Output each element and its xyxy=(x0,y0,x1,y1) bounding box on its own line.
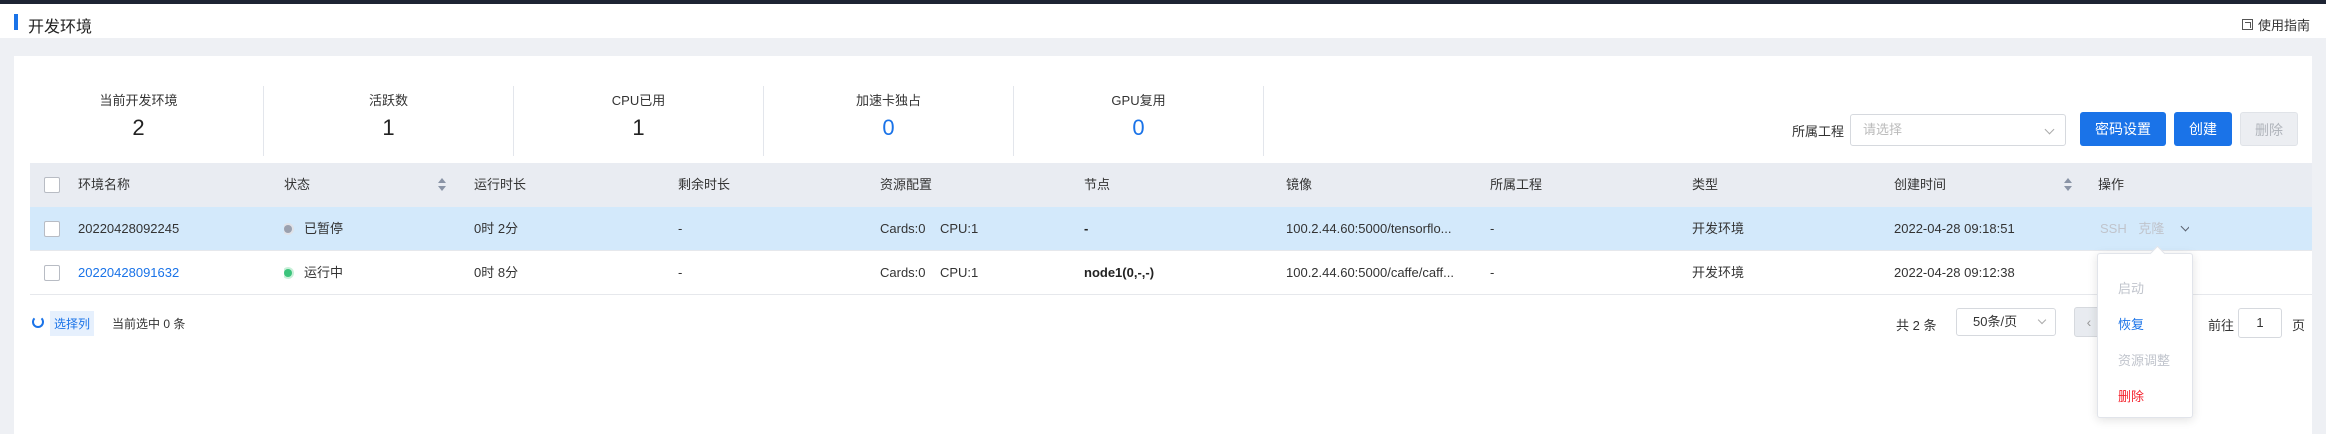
env-resources: Cards:0 CPU:1 xyxy=(880,265,979,280)
chevron-down-icon xyxy=(2044,124,2055,135)
project-filter: 所属工程 请选择 xyxy=(1792,114,2067,146)
env-project: - xyxy=(1490,221,1495,236)
stat-label: 加速卡独占 xyxy=(855,93,921,108)
menu-item-start[interactable]: 启动 xyxy=(2118,278,2144,297)
row-checkbox[interactable] xyxy=(44,265,60,281)
select-columns-button[interactable]: 选择列 xyxy=(50,311,95,336)
stat-label: GPU复用 xyxy=(1111,93,1166,108)
env-project: - xyxy=(1490,265,1495,280)
ssh-action[interactable]: SSH xyxy=(2100,221,2127,236)
stats-bar: 当前开发环境 2 活跃数 1 CPU已用 1 加速卡独占 0 GPU复用 0 xyxy=(14,86,1264,156)
external-link-icon xyxy=(2241,19,2253,30)
env-type: 开发环境 xyxy=(1692,265,1745,280)
env-actions: SSH 克隆 xyxy=(2100,207,2189,251)
selected-count: 当前选中 0 条 xyxy=(112,317,186,331)
col-status: 状态 xyxy=(284,177,311,192)
env-resources: Cards:0 CPU:1 xyxy=(880,221,979,236)
project-filter-label: 所属工程 xyxy=(1792,123,1845,139)
stat-label: 活跃数 xyxy=(368,93,408,108)
refresh-icon[interactable] xyxy=(32,316,44,328)
env-status: 运行中 xyxy=(284,251,343,295)
stat-active: 活跃数 1 xyxy=(264,86,514,156)
env-node: node1(0,-,-) xyxy=(1084,265,1155,280)
status-dot-icon xyxy=(284,224,292,233)
sort-icon[interactable] xyxy=(2064,178,2072,192)
env-runtime: 0时 2分 xyxy=(474,221,519,236)
create-button[interactable]: 创建 xyxy=(2174,112,2232,146)
project-select[interactable]: 请选择 xyxy=(1850,114,2067,146)
table-header: 环境名称 状态 运行时长 剩余时长 资源配置 节点 镜像 所属工程 类型 创建时… xyxy=(30,163,2312,207)
col-resources: 资源配置 xyxy=(880,177,933,192)
env-runtime: 0时 8分 xyxy=(474,265,519,280)
row-checkbox[interactable] xyxy=(44,221,60,237)
stat-accel-exclusive: 加速卡独占 0 xyxy=(764,86,1014,156)
stat-value[interactable]: 0 xyxy=(764,115,1013,141)
menu-item-delete[interactable]: 删除 xyxy=(2118,386,2144,405)
stat-label: 当前开发环境 xyxy=(99,93,178,108)
env-created: 2022-04-28 09:12:38 xyxy=(1894,265,2015,280)
stat-value[interactable]: 0 xyxy=(1014,115,1263,141)
col-image: 镜像 xyxy=(1286,177,1313,192)
stat-label: CPU已用 xyxy=(611,93,666,108)
page-size-value: 50条/页 xyxy=(1973,314,2018,329)
col-node: 节点 xyxy=(1084,177,1111,192)
env-table: 环境名称 状态 运行时长 剩余时长 资源配置 节点 镜像 所属工程 类型 创建时… xyxy=(30,163,2312,295)
col-name: 环境名称 xyxy=(78,177,131,192)
status-dot-icon xyxy=(284,268,292,277)
env-image: 100.2.44.60:5000/caffe/caff... xyxy=(1286,265,1454,280)
table-row[interactable]: 20220428092245 已暂停 0时 2分 - Cards:0 CPU:1… xyxy=(30,207,2312,251)
select-all-checkbox[interactable] xyxy=(44,177,60,193)
col-created: 创建时间 xyxy=(1894,177,1947,192)
project-select-placeholder: 请选择 xyxy=(1863,122,1903,137)
sort-icon[interactable] xyxy=(438,178,446,192)
stat-value: 1 xyxy=(382,115,395,140)
env-created: 2022-04-28 09:18:51 xyxy=(1894,221,2015,236)
main-card: 当前开发环境 2 活跃数 1 CPU已用 1 加速卡独占 0 GPU复用 0 所… xyxy=(14,56,2312,434)
env-remaining: - xyxy=(678,221,683,236)
stat-value: 1 xyxy=(632,115,645,140)
col-type: 类型 xyxy=(1692,177,1719,192)
table-footer: 选择列 当前选中 0 条 共 2 条 50条/页 ‹ 前往 1 页 xyxy=(30,306,2312,340)
col-actions: 操作 xyxy=(2098,177,2125,192)
goto-label: 前往 xyxy=(2208,318,2235,333)
page-header: 开发环境 使用指南 xyxy=(0,4,2326,38)
env-remaining: - xyxy=(678,265,683,280)
table-row[interactable]: 20220428091632 运行中 0时 8分 - Cards:0 CPU:1… xyxy=(30,251,2312,295)
env-name: 20220428092245 xyxy=(78,221,180,236)
env-name-link[interactable]: 20220428091632 xyxy=(78,251,179,295)
status-text: 运行中 xyxy=(304,265,344,280)
stat-gpu-shared: GPU复用 0 xyxy=(1014,86,1264,156)
page-input[interactable]: 1 xyxy=(2238,308,2282,338)
more-actions-menu: 启动 恢复 资源调整 删除 xyxy=(2097,253,2193,418)
env-status: 已暂停 xyxy=(284,207,343,251)
total-count: 共 2 条 xyxy=(1896,318,1937,333)
page-title: 开发环境 xyxy=(28,19,93,36)
stat-value: 2 xyxy=(132,115,145,140)
user-guide-label: 使用指南 xyxy=(2257,18,2310,33)
status-text: 已暂停 xyxy=(304,221,344,236)
delete-button[interactable]: 删除 xyxy=(2240,112,2298,146)
chevron-down-icon xyxy=(2037,315,2047,325)
col-project: 所属工程 xyxy=(1490,177,1543,192)
env-type: 开发环境 xyxy=(1692,221,1745,236)
title-accent-bar xyxy=(14,14,18,30)
menu-item-resume[interactable]: 恢复 xyxy=(2118,314,2144,333)
clone-action[interactable]: 克隆 xyxy=(2138,221,2164,236)
stat-dev-envs: 当前开发环境 2 xyxy=(14,86,264,156)
more-actions-chevron-icon[interactable] xyxy=(2180,221,2189,232)
col-remaining: 剩余时长 xyxy=(678,177,731,192)
user-guide-link[interactable]: 使用指南 xyxy=(2241,15,2310,34)
menu-item-resize[interactable]: 资源调整 xyxy=(2118,350,2170,369)
password-settings-button[interactable]: 密码设置 xyxy=(2080,112,2166,146)
env-image: 100.2.44.60:5000/tensorflo... xyxy=(1286,221,1452,236)
page-unit-label: 页 xyxy=(2292,318,2306,333)
col-runtime: 运行时长 xyxy=(474,177,527,192)
page-size-select[interactable]: 50条/页 xyxy=(1956,308,2056,336)
stat-cpu-used: CPU已用 1 xyxy=(514,86,764,156)
env-node: - xyxy=(1084,221,1089,236)
